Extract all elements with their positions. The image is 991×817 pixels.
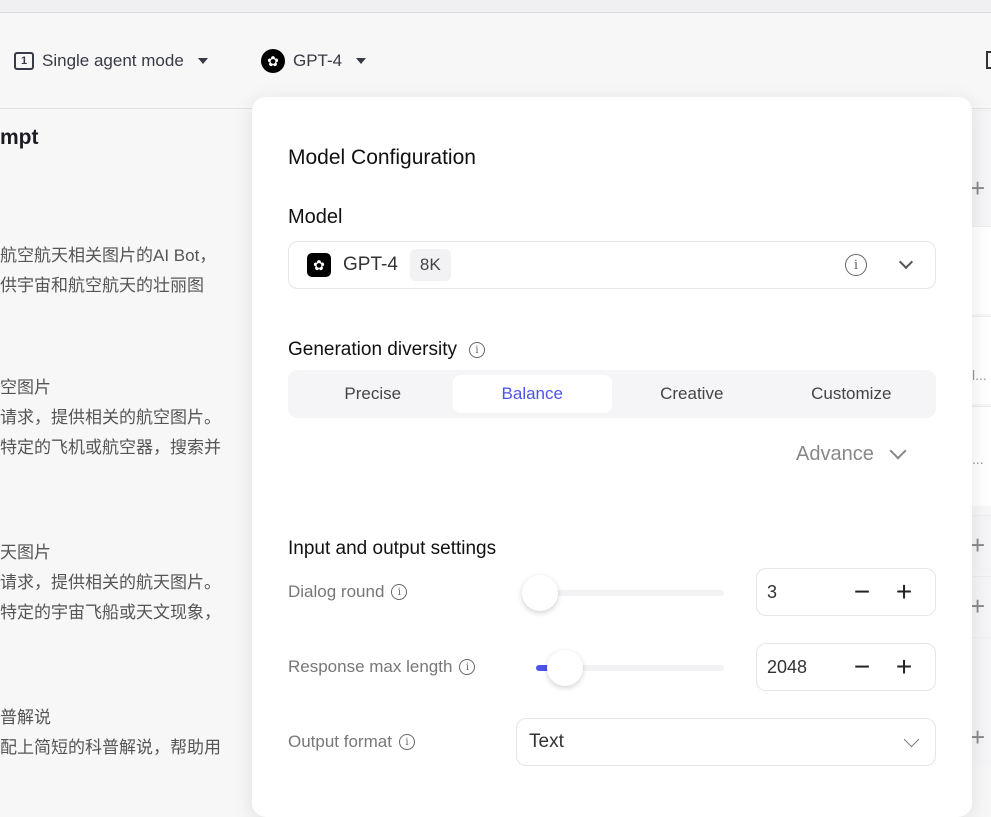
info-icon[interactable]: i xyxy=(398,734,415,750)
dialog-round-slider[interactable] xyxy=(522,575,724,611)
diversity-segmented-control: Precise Balance Creative Customize xyxy=(288,370,936,418)
advance-toggle[interactable]: Advance xyxy=(796,442,907,466)
model-dropdown[interactable]: ✿ GPT-4 8K i xyxy=(288,241,936,289)
option-precise[interactable]: Precise xyxy=(293,375,453,413)
truncated-text: l... xyxy=(972,367,987,383)
right-card[interactable]: l... xyxy=(972,316,991,404)
prompt-intro: 航空航天相关图片的AI Bot， 供宇宙和航空航天的壮丽图 xyxy=(0,243,252,299)
text-line: 配上简短的科普解说，帮助用 xyxy=(0,738,221,757)
model-label: GPT-4 xyxy=(293,51,343,70)
diversity-label: Generation diversity xyxy=(288,339,457,360)
skill-science: 普解说 配上简短的科普解说，帮助用 xyxy=(0,705,252,757)
top-strip xyxy=(0,0,991,13)
skill-aviation: 空图片 请求，提供相关的航空图片。 特定的飞机或航空器，搜索并 xyxy=(0,375,252,461)
skill-title: 空图片 xyxy=(0,378,51,397)
slider-thumb[interactable] xyxy=(547,650,583,686)
dialog-round-input[interactable]: 3 xyxy=(767,582,841,603)
skill-title: 普解说 xyxy=(0,708,51,727)
caret-down-icon xyxy=(197,58,208,64)
option-balance[interactable]: Balance xyxy=(452,375,612,413)
model-name: GPT-4 xyxy=(343,254,398,275)
plus-icon[interactable]: + xyxy=(970,173,985,204)
advance-label: Advance xyxy=(796,443,874,465)
openai-logo-icon: ✿ xyxy=(307,253,331,277)
text-line: 请求，提供相关的航天图片。 xyxy=(0,573,221,592)
plus-button[interactable]: + xyxy=(883,578,925,606)
response-max-length-slider[interactable] xyxy=(536,650,724,686)
output-format-select[interactable]: Text xyxy=(516,718,936,766)
model-heading: Model xyxy=(288,206,343,228)
layout-icon[interactable] xyxy=(986,51,991,69)
label-text: Dialog round xyxy=(288,582,385,601)
minus-button[interactable]: − xyxy=(841,653,883,681)
caret-down-icon xyxy=(356,58,367,64)
minus-button[interactable]: − xyxy=(841,578,883,606)
option-customize[interactable]: Customize xyxy=(772,375,932,413)
dialog-round-stepper: 3 − + xyxy=(756,568,936,616)
option-creative[interactable]: Creative xyxy=(612,375,772,413)
dialog-round-label: Dialog round i xyxy=(288,582,408,602)
output-format-label: Output format i xyxy=(288,732,415,752)
prompt-title: mpt xyxy=(0,126,39,149)
info-icon[interactable]: i xyxy=(391,584,408,600)
io-heading: Input and output settings xyxy=(288,538,497,559)
model-selector[interactable]: ✿ GPT-4 xyxy=(261,49,367,73)
right-card xyxy=(972,226,991,314)
skill-space: 天图片 请求，提供相关的航天图片。 特定的宇宙飞船或天文现象， xyxy=(0,540,252,626)
plus-icon[interactable]: + xyxy=(970,722,985,753)
plus-icon[interactable]: + xyxy=(970,591,985,622)
response-max-length-input[interactable]: 2048 xyxy=(767,657,841,678)
skill-title: 天图片 xyxy=(0,543,51,562)
chevron-down-icon xyxy=(898,254,914,270)
openai-logo-icon: ✿ xyxy=(261,49,285,73)
label-text: Response max length xyxy=(288,657,453,676)
chevron-down-icon xyxy=(903,731,920,747)
info-icon[interactable]: i xyxy=(459,659,476,675)
info-icon[interactable]: i xyxy=(845,254,867,276)
text-line: 特定的飞机或航空器，搜索并 xyxy=(0,438,221,457)
right-card: + xyxy=(970,637,991,767)
output-format-value: Text xyxy=(529,731,564,752)
plus-icon[interactable]: + xyxy=(970,530,985,561)
text-line: 供宇宙和航空航天的壮丽图 xyxy=(0,276,204,295)
single-agent-icon: 1 xyxy=(14,52,34,70)
slider-thumb[interactable] xyxy=(522,575,558,611)
right-card: + xyxy=(970,515,991,575)
diversity-heading: Generation diversity i xyxy=(288,339,485,361)
panel-title: Model Configuration xyxy=(288,146,476,169)
text-line: 请求，提供相关的航空图片。 xyxy=(0,408,221,427)
plus-button[interactable]: + xyxy=(883,653,925,681)
chevron-down-icon xyxy=(889,442,907,459)
info-icon[interactable]: i xyxy=(468,342,485,358)
right-card: + xyxy=(970,110,991,225)
mode-label: Single agent mode xyxy=(42,51,184,70)
response-max-length-label: Response max length i xyxy=(288,657,476,677)
text-line: 特定的宇宙飞船或天文现象， xyxy=(0,603,221,622)
text-line: 航空航天相关图片的AI Bot， xyxy=(0,246,217,265)
right-card: + xyxy=(970,576,991,636)
header: 1 Single agent mode ✿ GPT-4 xyxy=(0,13,991,109)
context-badge: 8K xyxy=(409,249,451,281)
truncated-text: ... xyxy=(972,451,984,467)
label-text: Output format xyxy=(288,732,392,751)
mode-selector[interactable]: 1 Single agent mode xyxy=(14,51,208,71)
right-card[interactable]: ... xyxy=(972,406,991,506)
response-max-length-stepper: 2048 − + xyxy=(756,643,936,691)
